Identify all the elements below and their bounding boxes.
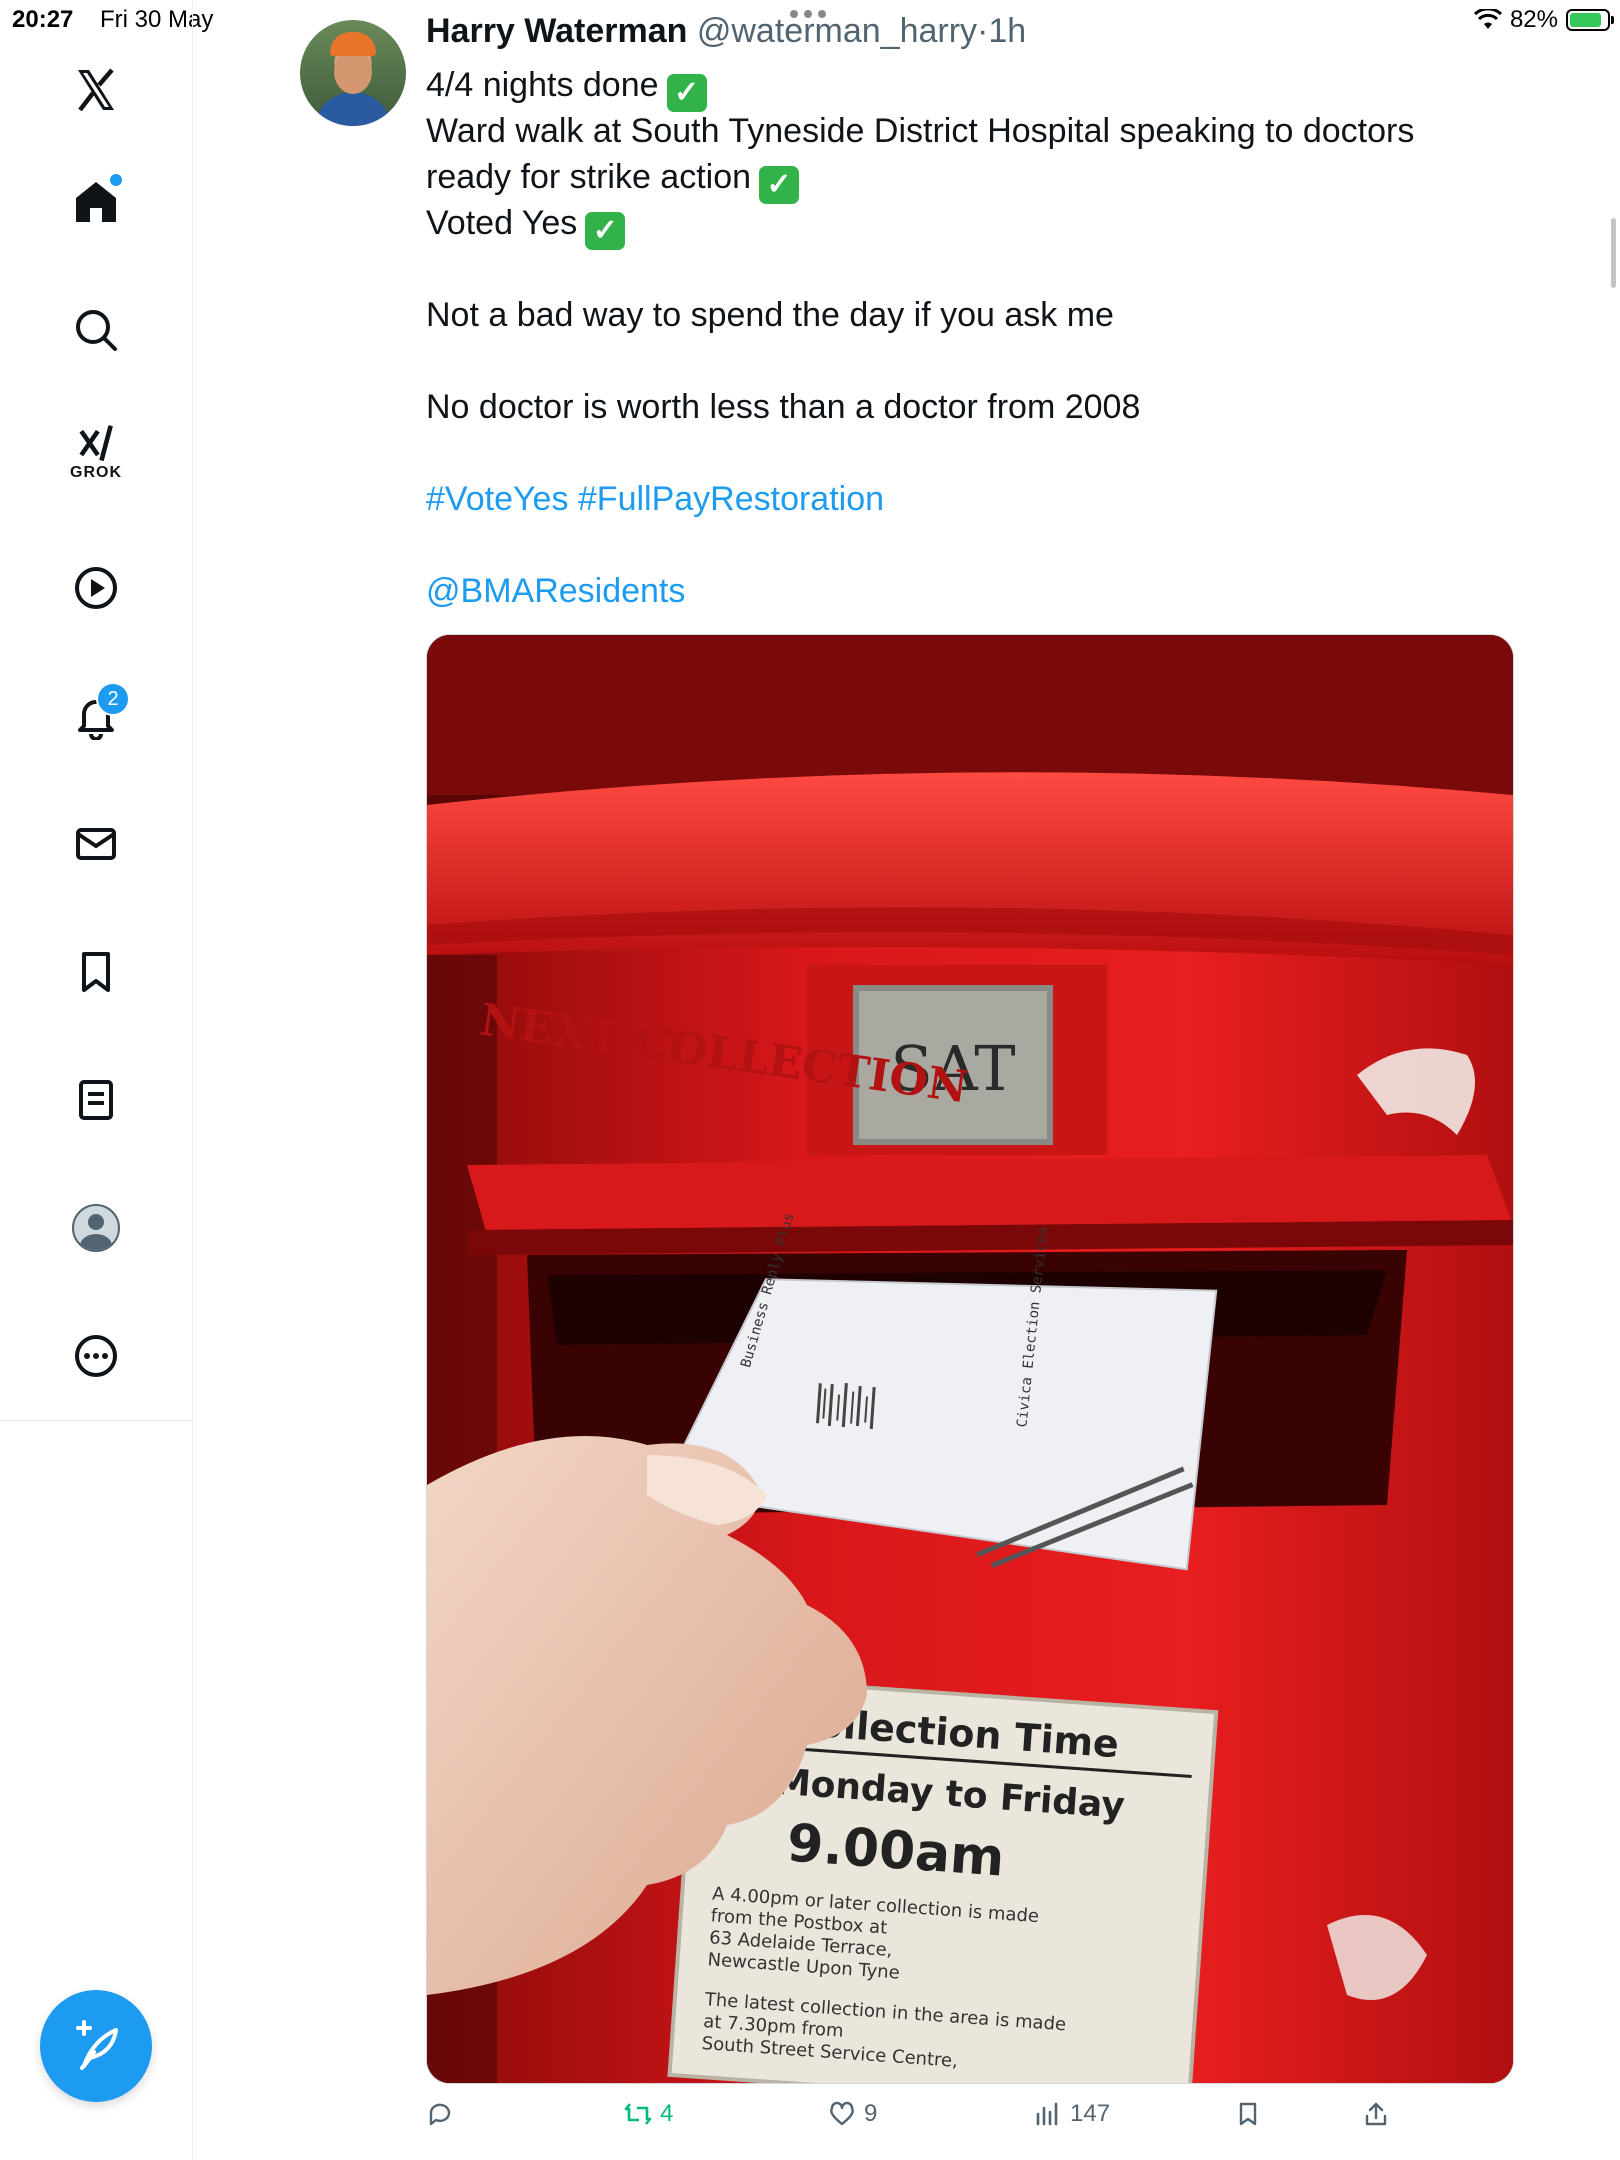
profile-avatar-icon [72,1204,120,1252]
tweet-line: ready for strike action ✓ [426,154,1546,204]
separator-dot: · [977,12,989,50]
status-indicators: 82% [1473,6,1614,34]
list-icon [79,1080,113,1120]
home-unread-dot [110,174,122,186]
author-handle[interactable]: @waterman_harry [697,12,977,50]
author-avatar[interactable] [300,20,406,126]
bookmark-button[interactable] [1234,2100,1262,2128]
sidebar-item-more[interactable] [56,1316,136,1396]
battery-percent: 82% [1509,6,1558,33]
views-chart-icon [1036,2102,1058,2126]
tweet-actions: 4 9 147 [426,2100,1426,2140]
check-mark-icon: ✓ [666,74,707,112]
reply-icon [429,2103,451,2126]
search-icon [76,310,117,351]
like-count: 9 [864,2100,878,2127]
tweet-timestamp[interactable]: 1h [988,12,1026,50]
bookmark-icon [82,952,110,992]
reply-button[interactable] [426,2100,462,2128]
tweet-text: 4/4 nights done ✓ Ward walk at South Tyne… [426,62,1546,614]
views-count: 147 [1070,2100,1111,2127]
tweet-line: Voted Yes ✓ [426,200,1546,250]
hashtag-links[interactable]: #VoteYes #FullPayRestoration [426,476,1546,522]
tweet-line: 4/4 nights done ✓ [426,62,1546,112]
check-mark-icon: ✓ [585,212,626,250]
sidebar-item-video[interactable] [56,548,136,628]
tweet-header: Harry Waterman @waterman_harry·1h [426,12,1026,51]
notifications-badge: 2 [96,682,130,716]
share-button[interactable] [1362,2100,1390,2128]
bookmark-icon [1239,2102,1257,2126]
sidebar-item-grok[interactable]: GROK [56,412,136,492]
grok-label: GROK [70,464,122,481]
scrollbar[interactable] [1611,218,1616,288]
views-button[interactable]: 147 [1034,2100,1110,2128]
battery-icon [1566,9,1614,31]
check-mark-icon: ✓ [759,166,800,204]
sidebar: GROK 2 [0,0,193,2160]
sidebar-item-lists[interactable] [56,1060,136,1140]
grok-icon [79,425,113,462]
wifi-icon [1473,9,1502,29]
sidebar-item-profile[interactable] [56,1188,136,1268]
sidebar-item-bookmarks[interactable] [56,932,136,1012]
repost-icon [624,2103,652,2125]
author-name[interactable]: Harry Waterman [426,12,687,50]
repost-count: 4 [660,2100,674,2127]
mention-link[interactable]: @BMAResidents [426,568,1546,614]
sidebar-divider [0,1420,192,1421]
share-icon [1365,2102,1387,2126]
tweet-line: No doctor is worth less than a doctor fr… [426,388,1141,426]
tweet-line: Not a bad way to spend the day if you as… [426,296,1114,334]
envelope-icon [76,828,116,860]
more-icon [75,1335,117,1377]
compose-feather-icon [76,2020,118,2070]
sidebar-item-notifications[interactable]: 2 [56,676,136,756]
play-icon [75,567,117,609]
sidebar-item-explore[interactable] [56,290,136,370]
tweet-media-image[interactable]: SAT NEXT COLLECTION Business Reply Plus … [426,634,1514,2084]
repost-button[interactable]: 4 [624,2100,673,2128]
compose-post-button[interactable] [40,1990,152,2102]
x-logo-icon[interactable] [56,50,136,130]
postbox-photo: SAT NEXT COLLECTION Business Reply Plus … [427,635,1513,2083]
sidebar-item-messages[interactable] [56,804,136,884]
like-button[interactable]: 9 [828,2100,877,2128]
tweet-line: Ward walk at South Tyneside District Hos… [426,112,1415,150]
heart-icon [830,2101,854,2126]
sidebar-item-home[interactable] [56,162,136,242]
